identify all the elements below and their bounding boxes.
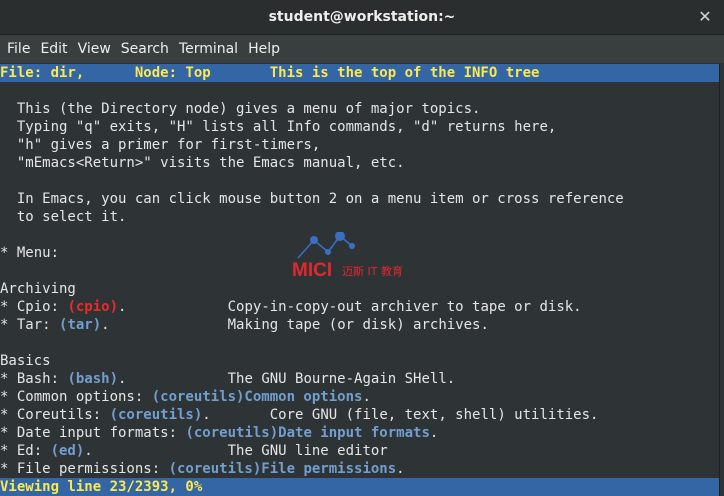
watermark-logo: MICI 迈斯 IT 教育	[292, 231, 442, 281]
section-title: Basics	[0, 353, 51, 369]
menu-entry[interactable]: * Coreutils: (coreutils). Core GNU (file…	[0, 406, 720, 424]
entry-pad	[211, 407, 270, 423]
status-line: Viewing line 23/2393, 0%	[0, 478, 720, 496]
entry-ref-link[interactable]: (coreutils)Common options	[152, 389, 363, 405]
menu-entry[interactable]: * Bash: (bash). The GNU Bourne-Again SHe…	[0, 370, 720, 388]
entry-ref-link[interactable]: (ed)	[51, 443, 85, 459]
intro-line: "h" gives a primer for first-timers,	[0, 137, 321, 153]
menu-entry[interactable]: * Date input formats: (coreutils)Date in…	[0, 424, 720, 442]
entry-suffix: .	[101, 317, 110, 333]
menu-entry[interactable]: * Common options: (coreutils)Common opti…	[0, 388, 720, 406]
entry-desc: The GNU line editor	[227, 443, 388, 459]
intro-line: Typing "q" exits, "H" lists all Info com…	[0, 119, 557, 135]
intro-line: "mEmacs<Return>" visits the Emacs manual…	[0, 155, 405, 171]
menu-help[interactable]: Help	[243, 41, 285, 57]
menu-search[interactable]: Search	[116, 41, 174, 57]
window-titlebar: student@workstation:~ ✕	[0, 0, 724, 35]
entry-prefix: * Date input formats:	[0, 425, 186, 441]
entry-pad	[93, 443, 228, 459]
entry-pad	[126, 299, 227, 315]
entry-desc: The GNU Bourne-Again SHell.	[227, 371, 456, 387]
menu-entry[interactable]: * Ed: (ed). The GNU line editor	[0, 442, 720, 460]
emacs-line: In Emacs, you can click mouse button 2 o…	[0, 191, 624, 207]
watermark-graphic: MICI 迈斯 IT 教育	[292, 231, 403, 281]
entry-ref-link[interactable]: (coreutils)Date input formats	[185, 425, 429, 441]
watermark-subtext: 迈斯 IT 教育	[342, 264, 403, 278]
intro-line: This (the Directory node) gives a menu o…	[0, 101, 481, 117]
entry-ref-link[interactable]: (coreutils)	[110, 407, 203, 423]
entry-ref-link[interactable]: (coreutils)File permissions	[169, 461, 397, 477]
menu-terminal[interactable]: Terminal	[174, 41, 243, 57]
entry-prefix: * File permissions:	[0, 461, 169, 477]
entry-pad	[110, 317, 228, 333]
menu-file[interactable]: File	[2, 41, 35, 57]
entry-prefix: * Bash:	[0, 371, 68, 387]
entry-prefix: * Tar:	[0, 317, 60, 333]
entry-prefix: * Coreutils:	[0, 407, 110, 423]
menu-bar: File Edit View Search Terminal Help	[0, 35, 724, 63]
entry-ref-link[interactable]: (cpio)	[67, 299, 118, 315]
entry-suffix: .	[202, 407, 211, 423]
menu-entry[interactable]: * File permissions: (coreutils)File perm…	[0, 460, 720, 478]
emacs-line: to select it.	[0, 209, 127, 225]
entry-suffix: .	[362, 389, 371, 405]
window-title: student@workstation:~	[268, 9, 456, 25]
entry-desc: Making tape (or disk) archives.	[227, 317, 489, 333]
entry-desc: Core GNU (file, text, shell) utilities.	[269, 407, 599, 423]
info-header: File: dir, Node: Top This is the top of …	[0, 64, 720, 82]
section-title: Archiving	[0, 281, 76, 297]
menu-entry[interactable]: * Tar: (tar). Making tape (or disk) arch…	[0, 316, 720, 334]
entry-ref-link[interactable]: (tar)	[59, 317, 101, 333]
watermark-text: MICI	[292, 260, 332, 280]
menu-entry[interactable]: * Cpio: (cpio). Copy-in-copy-out archive…	[0, 298, 720, 316]
entry-prefix: * Cpio:	[0, 299, 68, 315]
menu-edit[interactable]: Edit	[35, 41, 72, 57]
entry-desc: Copy-in-copy-out archiver to tape or dis…	[227, 299, 582, 315]
entry-prefix: * Ed:	[0, 443, 51, 459]
scrollbar[interactable]	[719, 64, 724, 496]
close-icon[interactable]: ✕	[696, 8, 714, 26]
entry-suffix: .	[396, 461, 405, 477]
entry-suffix: .	[84, 443, 93, 459]
entry-ref-link[interactable]: (bash)	[67, 371, 118, 387]
menu-view[interactable]: View	[73, 41, 116, 57]
entry-suffix: .	[429, 425, 439, 441]
entry-pad	[126, 371, 227, 387]
entry-prefix: * Common options:	[0, 389, 152, 405]
